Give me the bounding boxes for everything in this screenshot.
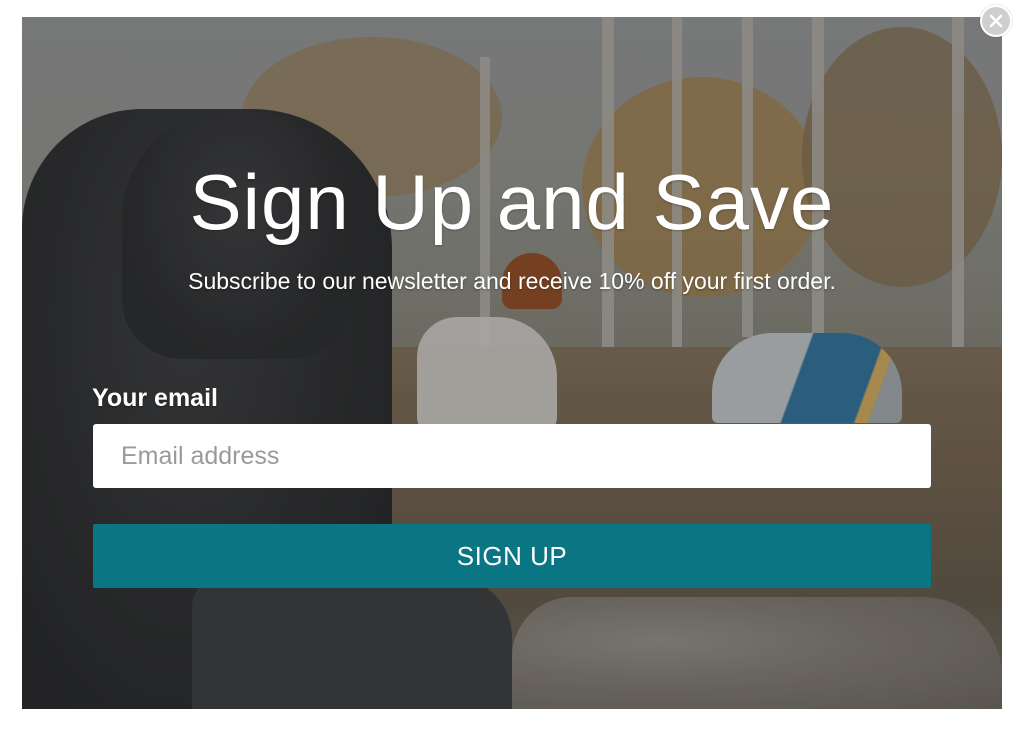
sign-up-button[interactable]: SIGN UP xyxy=(93,524,931,588)
popup-title: Sign Up and Save xyxy=(189,158,835,246)
popup-subtitle: Subscribe to our newsletter and receive … xyxy=(188,268,836,294)
email-input[interactable] xyxy=(93,424,931,488)
page: Sign Up and Save Subscribe to our newsle… xyxy=(0,0,1024,729)
close-icon xyxy=(989,14,1003,28)
close-button[interactable] xyxy=(980,5,1012,37)
newsletter-popup: Sign Up and Save Subscribe to our newsle… xyxy=(22,17,1002,709)
popup-content: Sign Up and Save Subscribe to our newsle… xyxy=(22,17,1002,709)
email-label: Your email xyxy=(92,384,218,412)
